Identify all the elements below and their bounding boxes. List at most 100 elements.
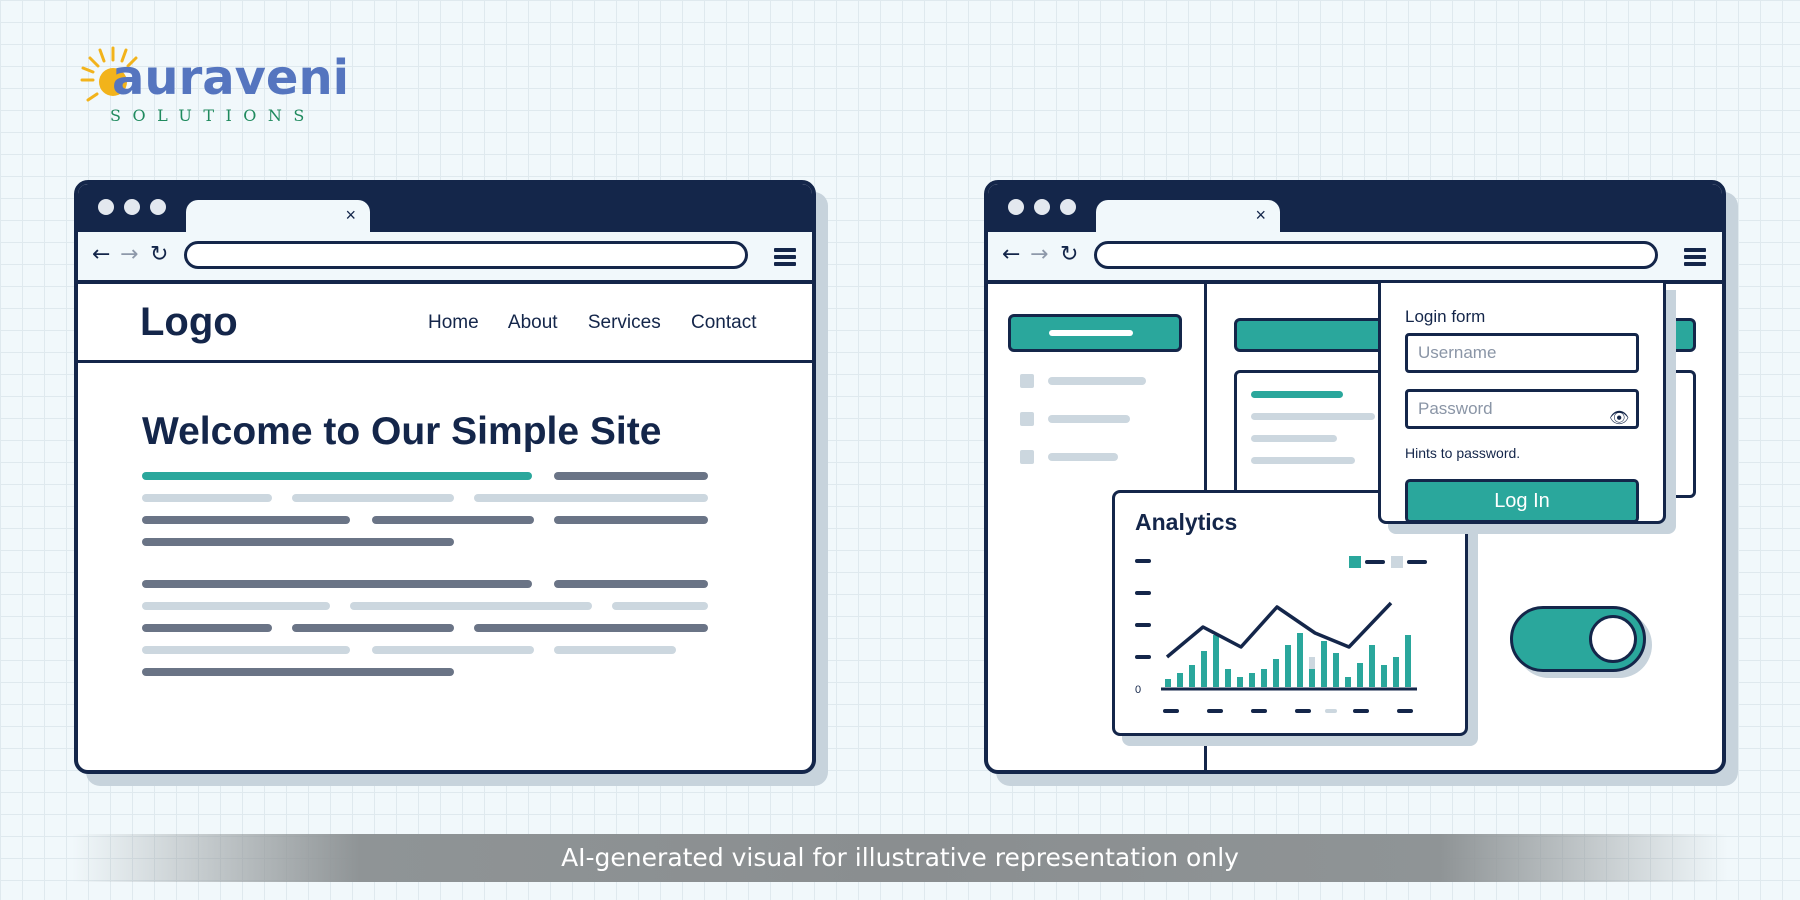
chart-bar (1273, 659, 1279, 687)
chart-bar (1321, 641, 1327, 687)
close-icon[interactable]: × (345, 205, 356, 225)
brand-logo: auraveni SOLUTIONS (78, 44, 349, 134)
close-icon[interactable]: × (1255, 205, 1266, 225)
brand-name: auraveni (112, 50, 350, 106)
hero-title: Welcome to Our Simple Site (142, 410, 662, 453)
chart-bar (1249, 673, 1255, 687)
legend-swatch (1349, 556, 1361, 568)
sidebar-item-line (1048, 415, 1130, 423)
chart-bar (1345, 677, 1351, 687)
browser-tab[interactable]: × (1096, 200, 1280, 232)
nav-link-about[interactable]: About (508, 312, 558, 333)
text-line (474, 624, 708, 632)
password-hint: Hints to password. (1405, 445, 1521, 461)
reload-icon[interactable]: ↻ (150, 242, 168, 268)
text-line (372, 516, 534, 524)
window-dot[interactable] (1060, 199, 1076, 215)
text-line (142, 516, 350, 524)
text-line (142, 668, 454, 676)
site-nav: Home About Services Contact (428, 312, 781, 334)
forward-arrow-icon[interactable]: → (1030, 242, 1048, 268)
sidebar-checkbox[interactable] (1020, 374, 1034, 388)
text-line (612, 602, 708, 610)
text-line (350, 602, 592, 610)
text-line (554, 646, 676, 654)
text-line (142, 624, 272, 632)
window-dot[interactable] (1034, 199, 1050, 215)
window-dot[interactable] (98, 199, 114, 215)
window-dot[interactable] (124, 199, 140, 215)
chart-bar (1261, 669, 1267, 687)
login-form-title: Login form (1405, 307, 1486, 326)
text-line (1251, 391, 1343, 398)
text-line (1251, 457, 1355, 464)
text-line (554, 472, 708, 480)
sidebar-primary-button[interactable] (1008, 314, 1182, 352)
browser-toolbar: ← → ↻ (988, 232, 1722, 284)
nav-link-home[interactable]: Home (428, 312, 479, 333)
chart-bar (1393, 657, 1399, 687)
sidebar-item-line (1048, 453, 1118, 461)
sidebar-checkbox[interactable] (1020, 412, 1034, 426)
chart-bar (1357, 663, 1363, 687)
login-button[interactable]: Log In (1405, 479, 1639, 523)
sidebar-checkbox[interactable] (1020, 450, 1034, 464)
back-arrow-icon[interactable]: ← (1002, 242, 1020, 268)
eye-icon[interactable]: 👁 (1609, 408, 1629, 428)
y-axis-zero-label: 0 (1135, 684, 1141, 696)
text-line (292, 624, 454, 632)
text-line (142, 580, 532, 588)
browser-window-simple-site: × ← → ↻ Logo Home About Services Contact… (74, 180, 816, 774)
text-line (372, 646, 534, 654)
toggle-knob[interactable] (1589, 615, 1637, 663)
reload-icon[interactable]: ↻ (1060, 242, 1078, 268)
disclaimer-banner: AI-generated visual for illustrative rep… (0, 834, 1800, 882)
text-line (1251, 413, 1375, 420)
chart-bar (1225, 669, 1231, 687)
chart-bar (1237, 677, 1243, 687)
chart-bar (1285, 645, 1291, 687)
text-line (554, 516, 708, 524)
analytics-card: Analytics 0 (1112, 490, 1468, 736)
chart-bar (1189, 665, 1195, 687)
chart-bar (1177, 673, 1183, 687)
forward-arrow-icon[interactable]: → (120, 242, 138, 268)
text-line (554, 580, 708, 588)
text-line (474, 494, 708, 502)
address-bar[interactable] (1094, 241, 1658, 269)
chart-bar (1297, 633, 1303, 687)
nav-link-services[interactable]: Services (588, 312, 661, 333)
browser-titlebar: × (988, 184, 1722, 232)
brand-tagline: SOLUTIONS (110, 106, 316, 125)
hamburger-menu-icon[interactable] (1684, 248, 1706, 266)
text-line (142, 494, 272, 502)
chart-bar-secondary (1309, 657, 1315, 669)
username-field[interactable] (1405, 333, 1639, 373)
site-logo: Logo (140, 300, 238, 344)
chart-bar (1201, 651, 1207, 687)
toggle-switch[interactable] (1510, 606, 1646, 672)
window-dot[interactable] (150, 199, 166, 215)
chart-bar (1369, 645, 1375, 687)
chart-bar (1165, 679, 1171, 687)
password-field[interactable] (1405, 389, 1639, 429)
text-line (1251, 435, 1337, 442)
browser-tab[interactable]: × (186, 200, 370, 232)
nav-link-contact[interactable]: Contact (691, 312, 756, 333)
text-line (142, 538, 454, 546)
sidebar-item-line (1048, 377, 1146, 385)
legend-swatch (1391, 556, 1403, 568)
chart-bar (1405, 635, 1411, 687)
analytics-chart: 0 (1135, 556, 1427, 713)
site-header: Logo Home About Services Contact (78, 284, 812, 363)
login-form: Login form 👁 Hints to password. Log In (1378, 280, 1666, 524)
chart-bar (1333, 653, 1339, 687)
back-arrow-icon[interactable]: ← (92, 242, 110, 268)
hamburger-menu-icon[interactable] (774, 248, 796, 266)
browser-toolbar: ← → ↻ (78, 232, 812, 284)
window-dot[interactable] (1008, 199, 1024, 215)
chart-line (1165, 601, 1393, 659)
text-line (142, 472, 532, 480)
chart-bar (1213, 635, 1219, 687)
address-bar[interactable] (184, 241, 748, 269)
